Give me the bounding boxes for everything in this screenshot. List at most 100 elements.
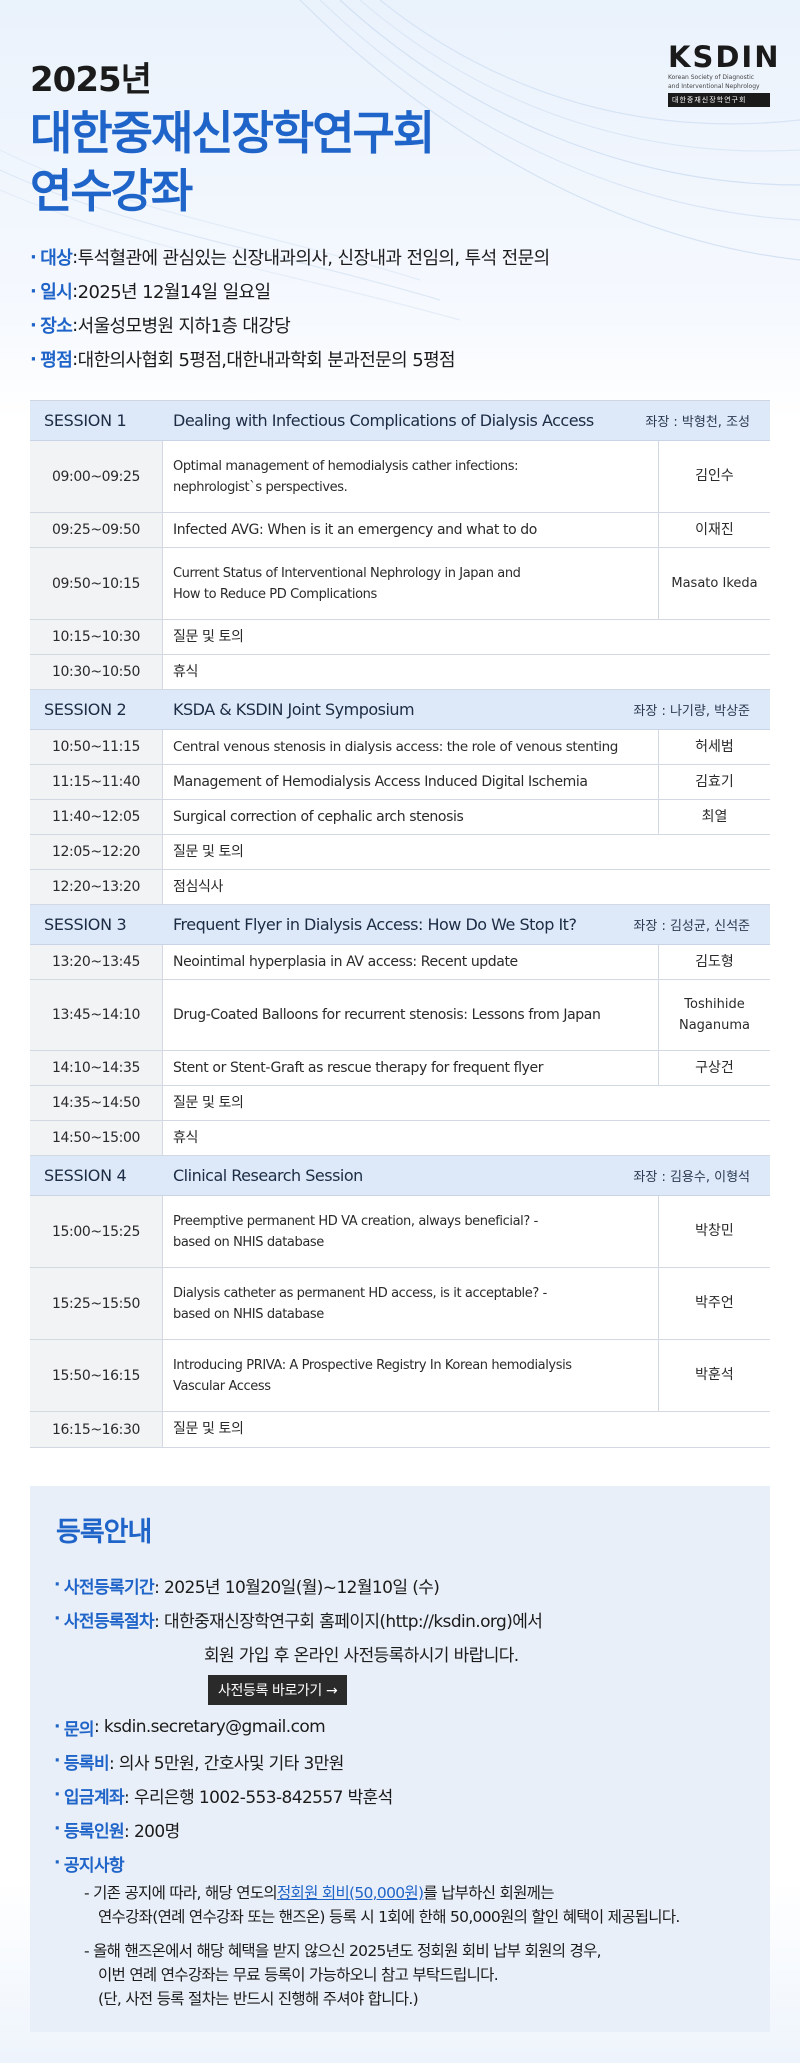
session-chair: 좌장 : 김용수, 이형석 xyxy=(633,1170,750,1185)
bullet-dot: · xyxy=(30,280,37,302)
info-label: 대상 xyxy=(40,248,73,269)
row-speaker: 이재진 xyxy=(658,513,770,547)
bullet-dot: · xyxy=(30,348,37,370)
row-time: 15:50~16:15 xyxy=(30,1340,163,1411)
table-row: 13:20~13:45 Neointimal hyperplasia in AV… xyxy=(30,945,770,980)
info-date: · 일시 : 2025년 12월14일 일요일 xyxy=(30,274,800,308)
table-row: 15:25~15:50 Dialysis catheter as permane… xyxy=(30,1268,770,1340)
session-id: SESSION 2 xyxy=(44,700,127,719)
row-time: 11:40~12:05 xyxy=(30,800,163,834)
row-speaker: 최열 xyxy=(658,800,770,834)
row-time: 16:15~16:30 xyxy=(30,1412,163,1447)
info-label: 평점 xyxy=(40,350,73,371)
bullet-dot: · xyxy=(54,1819,60,1839)
row-time: 11:15~11:40 xyxy=(30,765,163,799)
table-row: 09:25~09:50 Infected AVG: When is it an … xyxy=(30,513,770,548)
session-chair: 좌장 : 김성균, 신석준 xyxy=(633,919,750,934)
row-speaker: 박주언 xyxy=(658,1268,770,1339)
table-row: 12:05~12:20 질문 및 토의 xyxy=(30,835,770,870)
row-speaker: 박훈석 xyxy=(658,1340,770,1411)
info-value: 서울성모병원 지하1층 대강당 xyxy=(77,316,291,337)
row-topic-line: Preemptive permanent HD VA creation, alw… xyxy=(173,1213,538,1229)
logo-mark: KSDIN xyxy=(668,40,781,74)
reg-label: 등록비 xyxy=(63,1753,110,1774)
row-time: 14:10~14:35 xyxy=(30,1051,163,1085)
pre-registration-button[interactable]: 사전등록 바로가기 → xyxy=(208,1675,348,1705)
row-time: 09:00~09:25 xyxy=(30,441,163,512)
reg-value: : 대한중재신장학연구회 홈페이지(http://ksdin.org)에서 xyxy=(154,1611,543,1632)
row-speaker: Masato Ikeda xyxy=(658,548,770,619)
session-chair: 좌장 : 박형천, 조성 xyxy=(645,415,750,430)
info-value: 대한의사협회 5평점,대한내과학회 분과전문의 5평점 xyxy=(77,350,456,371)
row-topic: Drug-Coated Balloons for recurrent steno… xyxy=(173,1006,601,1023)
row-topic: 질문 및 토의 xyxy=(173,843,244,860)
table-row: 11:15~11:40 Management of Hemodialysis A… xyxy=(30,765,770,800)
bullet-dot: · xyxy=(30,314,37,336)
row-topic: Neointimal hyperplasia in AV access: Rec… xyxy=(173,953,518,970)
logo-subtitle-1: Korean Society of Diagnostic xyxy=(668,74,755,81)
reg-period: · 사전등록기간 : 2025년 10월20일(월)~12월10일 (수) xyxy=(54,1568,750,1602)
reg-value: : 200명 xyxy=(124,1821,180,1842)
row-topic: 휴식 xyxy=(173,663,198,680)
title-line-1: 대한중재신장학연구회 xyxy=(30,106,435,160)
session-title: Dealing with Infectious Complications of… xyxy=(173,411,594,430)
info-venue: · 장소 : 서울성모병원 지하1층 대강당 xyxy=(30,308,800,342)
table-row: 10:30~10:50 휴식 xyxy=(30,655,770,690)
bullet-dot: · xyxy=(54,1575,60,1595)
reg-value: : 의사 5만원, 간호사및 기타 3만원 xyxy=(108,1753,344,1774)
row-time: 15:00~15:25 xyxy=(30,1196,163,1267)
row-time: 10:50~11:15 xyxy=(30,730,163,764)
row-topic-line: based on NHIS database xyxy=(173,1234,324,1250)
row-time: 10:15~10:30 xyxy=(30,620,163,654)
reg-fee: · 등록비 : 의사 5만원, 간호사및 기타 3만원 xyxy=(54,1744,750,1778)
bullet-dot: · xyxy=(54,1853,60,1873)
row-time: 13:20~13:45 xyxy=(30,945,163,979)
row-topic: Management of Hemodialysis Access Induce… xyxy=(173,773,588,790)
notice-highlight: 정회원 회비(50,000원) xyxy=(276,1884,424,1902)
page-title: 대한중재신장학연구회 연수강좌 xyxy=(30,104,435,220)
row-speaker: 김도형 xyxy=(658,945,770,979)
row-topic: Dialysis catheter as permanent HD access… xyxy=(163,1268,658,1339)
row-topic: 질문 및 토의 xyxy=(173,1421,244,1437)
session-id: SESSION 4 xyxy=(44,1166,127,1185)
row-speaker: Toshihide Naganuma xyxy=(658,980,770,1050)
reg-contact: · 문의 : ksdin.secretary@gmail.com xyxy=(54,1710,750,1744)
notice-1-line-2: 연수강좌(연례 연수강좌 또는 핸즈온) 등록 시 1회에 한해 50,000원… xyxy=(98,1908,680,1926)
info-label: 일시 xyxy=(40,282,73,303)
info-credits: · 평점 : 대한의사협회 5평점,대한내과학회 분과전문의 5평점 xyxy=(30,342,800,376)
info-target: · 대상 : 투석혈관에 관심있는 신장내과의사, 신장내과 전임의, 투석 전문… xyxy=(30,240,800,274)
row-topic: 휴식 xyxy=(173,1129,198,1146)
info-value: 투석혈관에 관심있는 신장내과의사, 신장내과 전임의, 투석 전문의 xyxy=(77,248,551,269)
row-topic: Optimal management of hemodialysis cathe… xyxy=(163,441,658,512)
row-topic: Current Status of Interventional Nephrol… xyxy=(163,548,658,619)
reg-value: : ksdin.secretary@gmail.com xyxy=(93,1717,326,1737)
notice-gap xyxy=(84,1928,750,1938)
row-time: 13:45~14:10 xyxy=(30,980,163,1050)
table-row: 14:50~15:00 휴식 xyxy=(30,1121,770,1156)
session-title: Frequent Flyer in Dialysis Access: How D… xyxy=(173,915,577,934)
row-topic: Preemptive permanent HD VA creation, alw… xyxy=(163,1196,658,1267)
reg-label: 공지사항 xyxy=(63,1855,125,1876)
session-1-header: SESSION 1 Dealing with Infectious Compli… xyxy=(30,401,770,441)
notice-text: 를 납부하신 회원께는 xyxy=(423,1884,554,1902)
row-topic-line: based on NHIS database xyxy=(173,1306,324,1322)
logo-subtitle-2: and Interventional Nephrology xyxy=(668,83,760,90)
page-content: 2025년 대한중재신장학연구회 연수강좌 KSDIN Korean Socie… xyxy=(0,0,800,2032)
reg-account: · 입금계좌 : 우리은행 1002-553-842557 박훈석 xyxy=(54,1778,750,1812)
row-topic-line: How to Reduce PD Complications xyxy=(173,586,377,602)
row-topic: 질문 및 토의 xyxy=(173,628,244,645)
table-row: 10:50~11:15 Central venous stenosis in d… xyxy=(30,730,770,765)
table-row: 16:15~16:30 질문 및 토의 xyxy=(30,1412,770,1448)
row-speaker-line: Naganuma xyxy=(678,1018,751,1033)
reg-label: 문의 xyxy=(63,1719,95,1740)
logo-korean-bar: 대한중재신장학연구회 xyxy=(668,93,770,107)
row-topic: Introducing PRIVA: A Prospective Registr… xyxy=(163,1340,658,1411)
row-topic: Stent or Stent-Graft as rescue therapy f… xyxy=(173,1059,544,1076)
row-speaker: 허세범 xyxy=(658,730,770,764)
reg-button-row: 사전등록 바로가기 → xyxy=(54,1670,750,1710)
notice-2-line-3: (단, 사전 등록 절차는 반드시 진행해 주셔야 합니다.) xyxy=(98,1990,419,2008)
table-row: 15:50~16:15 Introducing PRIVA: A Prospec… xyxy=(30,1340,770,1412)
info-value: 2025년 12월14일 일요일 xyxy=(77,282,271,303)
event-info: · 대상 : 투석혈관에 관심있는 신장내과의사, 신장내과 전임의, 투석 전문… xyxy=(0,240,800,376)
row-speaker: 구상건 xyxy=(658,1051,770,1085)
